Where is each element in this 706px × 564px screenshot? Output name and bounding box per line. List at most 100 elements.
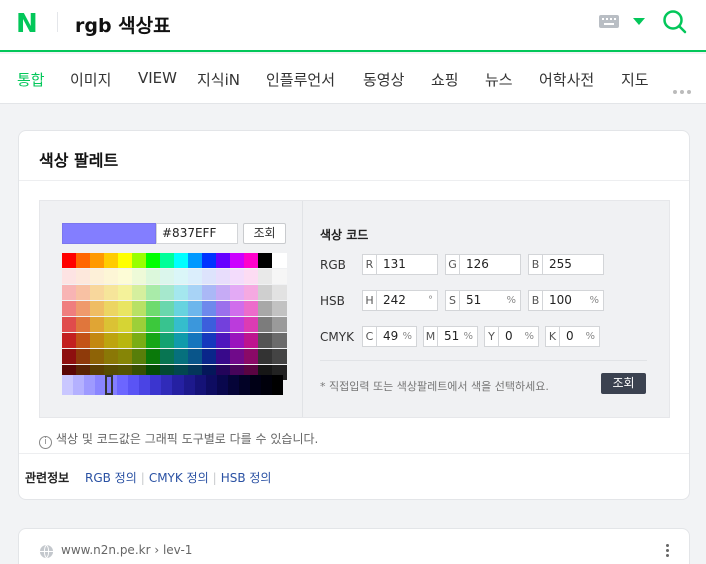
color-swatch[interactable] — [118, 285, 133, 300]
color-swatch[interactable] — [216, 269, 231, 284]
b-field[interactable]: B 255 — [528, 254, 604, 275]
color-swatch[interactable] — [62, 301, 77, 316]
gradient-step[interactable] — [161, 375, 173, 395]
color-swatch[interactable] — [160, 285, 175, 300]
color-swatch[interactable] — [216, 317, 231, 332]
r-field[interactable]: R 131 — [362, 254, 438, 275]
naver-logo[interactable]: N — [16, 9, 38, 39]
color-swatch[interactable] — [202, 269, 217, 284]
color-swatch[interactable] — [258, 349, 273, 364]
color-swatch[interactable] — [174, 317, 189, 332]
color-swatch[interactable] — [244, 253, 259, 268]
tab-map[interactable]: 지도 — [621, 69, 649, 90]
color-swatch[interactable] — [118, 349, 133, 364]
color-swatch[interactable] — [118, 317, 133, 332]
color-swatch[interactable] — [90, 333, 105, 348]
gradient-handle[interactable] — [105, 375, 113, 395]
tab-shopping[interactable]: 쇼핑 — [431, 69, 459, 90]
color-swatch[interactable] — [202, 317, 217, 332]
color-swatch[interactable] — [90, 285, 105, 300]
color-swatch[interactable] — [62, 317, 77, 332]
color-swatch[interactable] — [104, 349, 119, 364]
color-swatch[interactable] — [90, 349, 105, 364]
gradient-step[interactable] — [84, 375, 96, 395]
color-swatch[interactable] — [118, 269, 133, 284]
color-swatch[interactable] — [202, 253, 217, 268]
color-swatch[interactable] — [258, 269, 273, 284]
c-field[interactable]: C 49% — [362, 326, 417, 347]
color-swatch[interactable] — [230, 253, 245, 268]
color-swatch[interactable] — [230, 349, 245, 364]
color-swatch[interactable] — [188, 269, 203, 284]
tab-view[interactable]: VIEW — [138, 69, 177, 87]
gradient-step[interactable] — [183, 375, 195, 395]
color-swatch[interactable] — [160, 333, 175, 348]
color-swatch[interactable] — [188, 317, 203, 332]
color-swatch[interactable] — [76, 317, 91, 332]
y-field[interactable]: Y 0% — [484, 326, 539, 347]
color-swatch[interactable] — [244, 317, 259, 332]
color-swatch[interactable] — [146, 285, 161, 300]
color-swatch[interactable] — [104, 253, 119, 268]
color-swatch[interactable] — [258, 333, 273, 348]
color-swatch[interactable] — [104, 301, 119, 316]
color-swatch[interactable] — [132, 285, 147, 300]
color-swatch[interactable] — [258, 285, 273, 300]
search-query[interactable]: rgb 색상표 — [75, 11, 171, 38]
color-swatch[interactable] — [244, 285, 259, 300]
color-swatch[interactable] — [188, 333, 203, 348]
color-swatch[interactable] — [230, 301, 245, 316]
color-swatch[interactable] — [118, 253, 133, 268]
tab-dictionary[interactable]: 어학사전 — [539, 69, 594, 90]
gradient-step[interactable] — [227, 375, 239, 395]
color-swatch[interactable] — [272, 301, 287, 316]
gradient-step[interactable] — [73, 375, 85, 395]
color-swatch[interactable] — [62, 285, 77, 300]
color-swatch[interactable] — [118, 333, 133, 348]
m-field[interactable]: M 51% — [423, 326, 478, 347]
color-swatch[interactable] — [90, 269, 105, 284]
color-swatch[interactable] — [272, 285, 287, 300]
cmyk-definition-link[interactable]: CMYK 정의 — [149, 471, 209, 485]
color-swatch[interactable] — [160, 301, 175, 316]
color-swatch[interactable] — [244, 301, 259, 316]
color-swatch[interactable] — [216, 301, 231, 316]
color-swatch[interactable] — [132, 333, 147, 348]
color-swatch[interactable] — [132, 301, 147, 316]
color-swatch[interactable] — [62, 269, 77, 284]
color-swatch[interactable] — [104, 285, 119, 300]
k-field[interactable]: K 0% — [545, 326, 600, 347]
color-swatch[interactable] — [104, 333, 119, 348]
color-swatch[interactable] — [202, 349, 217, 364]
rgb-definition-link[interactable]: RGB 정의 — [85, 471, 137, 485]
color-swatch[interactable] — [76, 253, 91, 268]
color-swatch[interactable] — [174, 285, 189, 300]
gradient-step[interactable] — [260, 375, 272, 395]
color-swatch[interactable] — [272, 333, 287, 348]
color-swatch[interactable] — [132, 317, 147, 332]
gradient-step[interactable] — [172, 375, 184, 395]
color-swatch[interactable] — [202, 285, 217, 300]
gradient-step[interactable] — [150, 375, 162, 395]
color-swatch[interactable] — [90, 317, 105, 332]
color-swatch[interactable] — [174, 349, 189, 364]
color-swatch[interactable] — [174, 333, 189, 348]
color-swatch[interactable] — [216, 349, 231, 364]
gradient-step[interactable] — [205, 375, 217, 395]
color-swatch[interactable] — [160, 317, 175, 332]
color-swatch[interactable] — [76, 269, 91, 284]
search-icon[interactable] — [662, 9, 688, 35]
color-swatch[interactable] — [76, 301, 91, 316]
color-swatch[interactable] — [174, 269, 189, 284]
tab-influencer[interactable]: 인플루언서 — [266, 69, 335, 90]
tab-news[interactable]: 뉴스 — [485, 69, 513, 90]
color-swatch[interactable] — [146, 301, 161, 316]
color-swatch[interactable] — [188, 301, 203, 316]
more-options-icon[interactable] — [666, 544, 669, 559]
color-swatch[interactable] — [272, 269, 287, 284]
color-swatch[interactable] — [216, 253, 231, 268]
g-field[interactable]: G 126 — [445, 254, 521, 275]
color-swatch[interactable] — [202, 301, 217, 316]
gradient-step[interactable] — [238, 375, 250, 395]
color-swatch[interactable] — [118, 301, 133, 316]
